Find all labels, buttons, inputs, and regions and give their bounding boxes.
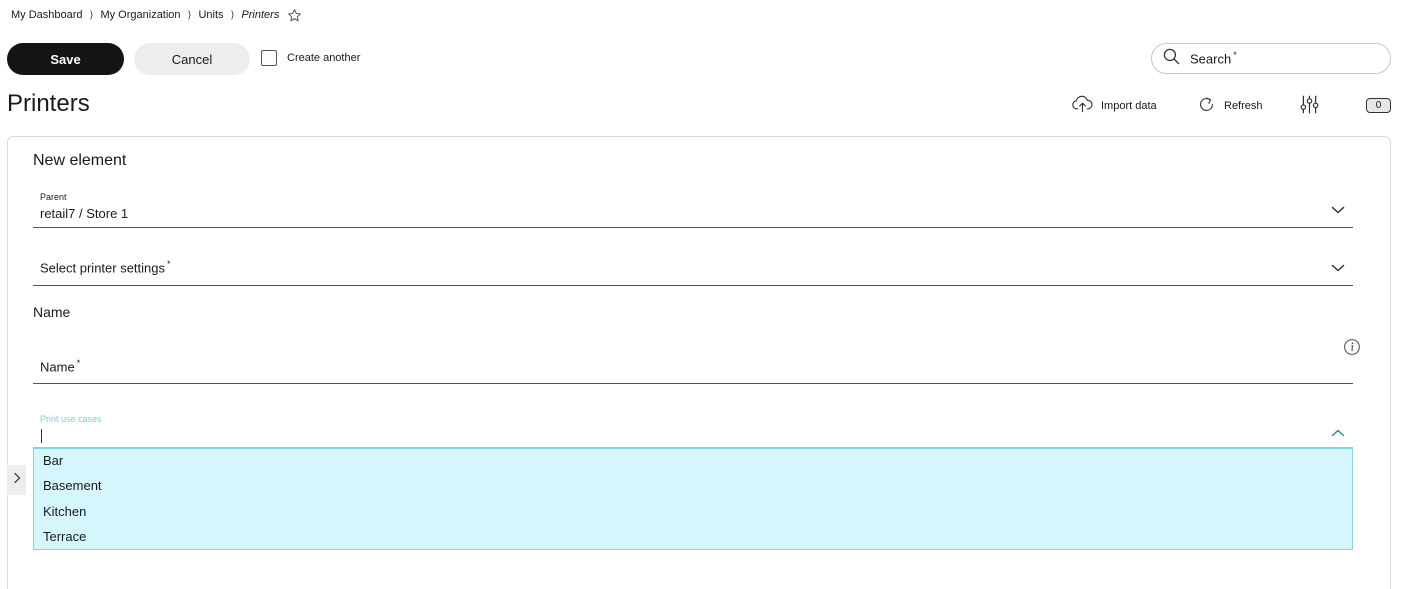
- form-title: New element: [33, 152, 127, 169]
- save-button[interactable]: Save: [7, 43, 124, 75]
- sliders-icon: [1299, 94, 1320, 118]
- dropdown-option-terrace[interactable]: Terrace: [43, 529, 86, 544]
- print-use-cases-label: Print use cases: [40, 414, 102, 424]
- search-label: Search *: [1190, 50, 1237, 67]
- breadcrumb-separator: ⟩: [187, 9, 192, 21]
- parent-select[interactable]: Parent retail7 / Store 1: [33, 190, 1353, 228]
- import-data-label: Import data: [1101, 99, 1157, 112]
- chevron-down-icon[interactable]: [1331, 202, 1345, 220]
- printer-settings-select[interactable]: Select printer settings *: [33, 250, 1353, 286]
- text-cursor: [41, 429, 42, 443]
- required-marker: *: [1233, 50, 1237, 61]
- name-field-label: Name *: [40, 358, 81, 375]
- dropdown-option-bar[interactable]: Bar: [43, 453, 63, 468]
- chevron-right-icon: [13, 471, 21, 489]
- parent-value: retail7 / Store 1: [40, 206, 129, 221]
- import-data-button[interactable]: Import data: [1072, 95, 1157, 116]
- breadcrumb-item-dashboard[interactable]: My Dashboard: [11, 9, 83, 21]
- cancel-button[interactable]: Cancel: [134, 43, 250, 75]
- create-another-checkbox[interactable]: [261, 50, 277, 66]
- breadcrumb-separator: ⟩: [230, 9, 235, 21]
- print-use-cases-select[interactable]: Print use cases: [33, 410, 1353, 448]
- breadcrumb-current: Printers: [241, 9, 280, 21]
- search-input[interactable]: Search *: [1151, 43, 1391, 74]
- dropdown-option-basement[interactable]: Basement: [43, 478, 102, 493]
- side-panel-toggle[interactable]: [7, 465, 26, 495]
- refresh-label: Refresh: [1224, 100, 1263, 112]
- refresh-button[interactable]: Refresh: [1197, 95, 1263, 117]
- required-marker: *: [76, 358, 81, 368]
- refresh-icon: [1197, 95, 1216, 117]
- magnifier-icon: [1162, 47, 1181, 71]
- name-section-heading: Name: [33, 304, 71, 320]
- count-badge: 0: [1366, 98, 1391, 113]
- cloud-upload-icon: [1072, 95, 1093, 116]
- required-marker: *: [167, 259, 171, 269]
- breadcrumb: My Dashboard ⟩ My Organization ⟩ Units ⟩…: [11, 8, 302, 22]
- printer-settings-label: Select printer settings *: [40, 259, 171, 276]
- use-cases-dropdown-list: Bar Basement Kitchen Terrace: [33, 448, 1353, 550]
- breadcrumb-separator: ⟩: [89, 9, 94, 21]
- chevron-down-icon[interactable]: [1331, 260, 1345, 278]
- parent-label: Parent: [40, 192, 67, 202]
- name-field[interactable]: Name *: [33, 348, 1353, 384]
- filters-button[interactable]: [1299, 94, 1320, 118]
- breadcrumb-item-units[interactable]: Units: [198, 9, 223, 21]
- chevron-up-icon[interactable]: [1331, 425, 1345, 443]
- dropdown-option-kitchen[interactable]: Kitchen: [43, 504, 86, 519]
- create-another-label: Create another: [287, 52, 361, 64]
- breadcrumb-item-organization[interactable]: My Organization: [100, 9, 180, 21]
- star-outline-icon[interactable]: [287, 8, 302, 23]
- page-title: Printers: [7, 90, 90, 117]
- create-another-option[interactable]: Create another: [261, 50, 360, 66]
